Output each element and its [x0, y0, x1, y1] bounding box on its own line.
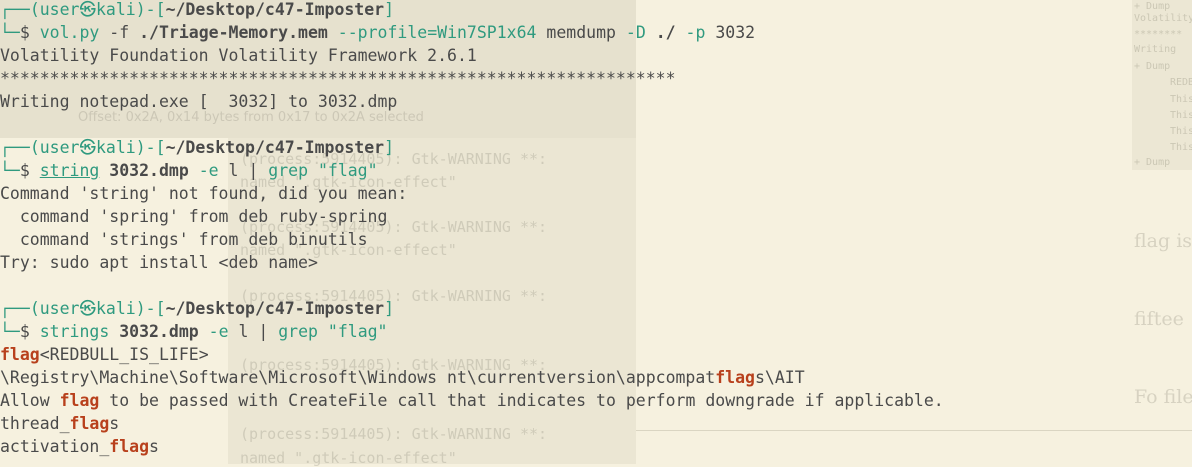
match-suffix: s\AIT — [755, 368, 805, 387]
command-arg: -f — [99, 23, 140, 42]
command-arg: ./Triage-Memory.mem — [139, 23, 328, 42]
match-suffix: to be passed with CreateFile call that i… — [99, 391, 944, 410]
prompt-corner: ┌── — [0, 299, 30, 318]
match-prefix: thread_ — [0, 414, 70, 433]
match-suffix: s — [149, 437, 159, 456]
match-highlight: flag — [715, 368, 755, 387]
prompt-host: kali — [96, 138, 136, 157]
command-program: strings — [39, 322, 110, 341]
command-arg: 3032.dmp — [109, 322, 199, 341]
command-arg: 3032.dmp — [99, 161, 189, 180]
command-arg: -e — [198, 322, 229, 341]
command-arg: --profile=Win7SP1x64 — [327, 23, 537, 42]
match-suffix: <REDBULL_IS_LIFE> — [39, 345, 209, 364]
command-line: └─$ string 3032.dmp -e l | grep "flag" — [0, 159, 1192, 182]
prompt-separator: )-[ — [135, 299, 166, 318]
command-arg: memdump — [536, 23, 616, 42]
prompt-close: ] — [384, 0, 395, 19]
command-arg: -D — [615, 23, 646, 42]
grep-match-line: \Registry\Machine\Software\Microsoft\Win… — [0, 366, 1192, 389]
match-highlight: flag — [0, 345, 40, 364]
prompt-close: ] — [384, 299, 395, 318]
prompt-user: user — [39, 138, 80, 157]
prompt-close: ] — [384, 138, 395, 157]
output-text: ****************************************… — [0, 69, 676, 88]
match-suffix: s — [109, 414, 120, 433]
grep-match-line: thread_flags — [0, 412, 1192, 435]
command-line: └─$ vol.py -f ./Triage-Memory.mem --prof… — [0, 21, 1192, 44]
prompt-separator: )-[ — [135, 0, 166, 19]
skull-icon: ㉿ — [79, 299, 97, 318]
command-arg: grep — [268, 161, 309, 180]
command-arg: | — [238, 161, 269, 180]
command-arg: -p — [675, 23, 706, 42]
output-text: Command 'string' not found, did you mean… — [0, 184, 408, 203]
prompt-path: ~/Desktop/c47-Imposter — [165, 0, 385, 19]
prompt-corner-bottom: └─ — [0, 322, 20, 341]
command-arg: ./ — [645, 23, 676, 42]
prompt-dollar: $ — [19, 322, 30, 341]
command-arg: "flag" — [308, 161, 378, 180]
output-line: Volatility Foundation Volatility Framewo… — [0, 44, 1192, 67]
skull-icon: ㉿ — [79, 138, 97, 157]
output-text: command 'spring' from deb ruby-spring — [0, 207, 388, 226]
command-arg: | — [248, 322, 279, 341]
prompt-corner: ┌── — [0, 138, 30, 157]
skull-icon: ㉿ — [79, 0, 97, 19]
terminal-output[interactable]: ┌──(user㉿kali)-[~/Desktop/c47-Imposter] └… — [0, 0, 1192, 458]
command-line: └─$ strings 3032.dmp -e l | grep "flag" — [0, 320, 1192, 343]
prompt-corner-bottom: └─ — [0, 161, 20, 180]
output-text: Writing notepad.exe [ 3032] to 3032.dmp — [0, 92, 398, 111]
output-line: command 'spring' from deb ruby-spring — [0, 205, 1192, 228]
output-line: Writing notepad.exe [ 3032] to 3032.dmp — [0, 90, 1192, 113]
prompt-host: kali — [96, 299, 136, 318]
prompt-header: ┌──(user㉿kali)-[~/Desktop/c47-Imposter] — [0, 136, 1192, 159]
prompt-host: kali — [96, 0, 136, 19]
output-text: Volatility Foundation Volatility Framewo… — [0, 46, 477, 65]
prompt-header: ┌──(user㉿kali)-[~/Desktop/c47-Imposter] — [0, 297, 1192, 320]
prompt-path: ~/Desktop/c47-Imposter — [165, 299, 385, 318]
paren-open: ( — [29, 0, 40, 19]
command-program: string — [39, 161, 100, 180]
match-highlight: flag — [69, 414, 110, 433]
prompt-corner-bottom: └─ — [0, 23, 20, 42]
match-highlight: flag — [109, 437, 150, 456]
output-line: command 'strings' from deb binutils — [0, 228, 1192, 251]
paren-open: ( — [29, 138, 40, 157]
command-arg: l — [228, 322, 249, 341]
command-arg: grep — [278, 322, 318, 341]
prompt-corner: ┌── — [0, 0, 30, 19]
match-prefix: Allow — [0, 391, 60, 410]
grep-match-line: Allow flag to be passed with CreateFile … — [0, 389, 1192, 412]
output-line: Command 'string' not found, did you mean… — [0, 182, 1192, 205]
paren-open: ( — [29, 299, 40, 318]
match-prefix: activation_ — [0, 437, 110, 456]
grep-match-line: flag<REDBULL_IS_LIFE> — [0, 343, 1192, 366]
output-line: Try: sudo apt install <deb name> — [0, 251, 1192, 274]
command-arg: 3032 — [705, 23, 756, 42]
grep-match-line: activation_flags — [0, 435, 1192, 458]
prompt-dollar: $ — [19, 23, 30, 42]
prompt-header: ┌──(user㉿kali)-[~/Desktop/c47-Imposter] — [0, 0, 1192, 21]
prompt-path: ~/Desktop/c47-Imposter — [165, 138, 385, 157]
output-line: ****************************************… — [0, 67, 1192, 90]
match-prefix: \Registry\Machine\Software\Microsoft\Win… — [0, 368, 716, 387]
command-arg: l — [218, 161, 239, 180]
output-text: Try: sudo apt install <deb name> — [0, 253, 318, 272]
output-text: command 'strings' from deb binutils — [0, 230, 368, 249]
command-arg: "flag" — [317, 322, 388, 341]
prompt-user: user — [39, 0, 80, 19]
prompt-user: user — [39, 299, 80, 318]
prompt-dollar: $ — [19, 161, 30, 180]
command-program: vol.py — [39, 23, 100, 42]
prompt-separator: )-[ — [135, 138, 166, 157]
command-arg: -e — [188, 161, 219, 180]
match-highlight: flag — [59, 391, 100, 410]
